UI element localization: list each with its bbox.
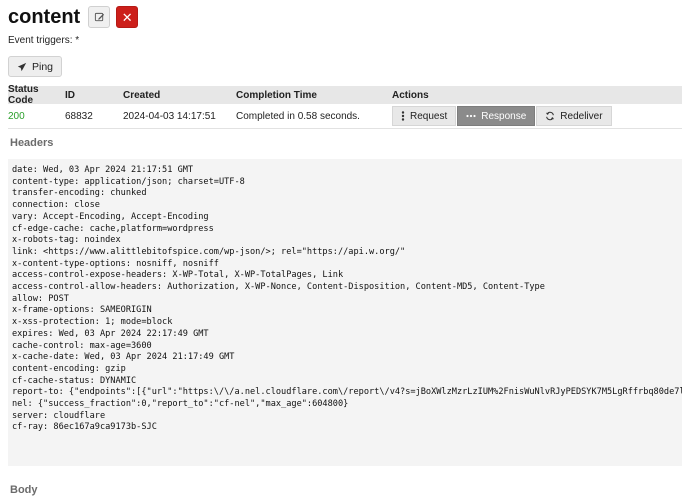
headers-heading: Headers [10, 137, 54, 149]
pencil-icon [94, 12, 104, 21]
edit-button[interactable] [88, 6, 111, 28]
column-header-actions: Actions [392, 89, 429, 101]
ping-label: Ping [32, 60, 54, 73]
header-line: server: cloudflare [12, 410, 106, 421]
paper-plane-icon [17, 62, 27, 71]
header-line: allow: POST [12, 293, 69, 304]
redeliver-button[interactable]: Redeliver [536, 106, 612, 126]
request-label: Request [410, 110, 448, 122]
response-button[interactable]: Response [457, 106, 536, 126]
page-title: content [8, 6, 81, 28]
status-code-cell: 200 [8, 110, 25, 122]
deliveries-table: Status Code ID Created Completion Time A… [8, 84, 682, 129]
dots-horizontal-icon [466, 114, 476, 118]
redeliver-label: Redeliver [560, 110, 603, 122]
header-line: link: <https://www.alittlebitofspice.com… [12, 246, 406, 257]
header-line: date: Wed, 03 Apr 2024 21:17:51 GMT [12, 165, 194, 175]
header-line: x-cache-date: Wed, 03 Apr 2024 21:17:49 … [12, 352, 235, 363]
column-header-status-code: Status Code [8, 84, 39, 106]
header-line: x-content-type-options: nosniff, nosniff [12, 258, 219, 269]
header-line: access-control-expose-headers: X-WP-Tota… [12, 270, 344, 281]
header-line: connection: close [12, 200, 100, 211]
header-line: x-frame-options: SAMEORIGIN [12, 305, 152, 316]
actions-cell: Request Response Redeliver [392, 106, 682, 126]
column-header-created: Created [123, 89, 161, 101]
ping-button[interactable]: Ping [8, 56, 63, 77]
header-line: x-xss-protection: 1; mode=block [12, 317, 173, 328]
header-line: cf-cache-status: DYNAMIC [12, 375, 137, 386]
header-line: report-to: {"endpoints":[{"url":"https:\… [12, 387, 682, 398]
column-header-id: ID [65, 89, 75, 101]
response-label: Response [481, 110, 527, 122]
request-button[interactable]: Request [392, 106, 457, 126]
body-heading: Body [10, 484, 38, 496]
header-line: vary: Accept-Encoding, Accept-Encoding [12, 211, 209, 222]
header-line: cf-ray: 86ec167a9ca9173b-SJC [12, 422, 157, 433]
close-icon: ✕ [121, 9, 133, 25]
created-cell: 2024-04-03 14:17:51 [123, 110, 216, 122]
header-line: content-encoding: gzip [12, 363, 126, 374]
header-line: x-robots-tag: noindex [12, 235, 121, 246]
webhook-delivery-page: content ✕ Event triggers: * Ping Status … [0, 0, 690, 500]
header-line: content-type: application/json; charset=… [12, 176, 245, 187]
header-line: nel: {"success_fraction":0,"report_to":"… [12, 399, 349, 410]
dots-vertical-icon [401, 111, 405, 121]
completion-time-cell: Completed in 0.58 seconds. [236, 110, 360, 122]
table-row: 200 68832 2024-04-03 14:17:51 Completed … [8, 104, 682, 129]
header-line: access-control-allow-headers: Authorizat… [12, 282, 545, 293]
header-line: expires: Wed, 03 Apr 2024 22:17:49 GMT [12, 328, 209, 339]
header-line: cf-edge-cache: cache,platform=wordpress [12, 223, 214, 234]
table-header: Status Code ID Created Completion Time A… [8, 84, 682, 106]
id-cell: 68832 [65, 110, 93, 122]
column-header-completion-time: Completion Time [236, 89, 317, 101]
response-headers-block: date: Wed, 03 Apr 2024 21:17:51 GMT cont… [8, 159, 682, 466]
header-line: cache-control: max-age=3600 [12, 340, 152, 351]
header-line: transfer-encoding: chunked [12, 188, 147, 199]
delete-button[interactable]: ✕ [116, 6, 139, 28]
title-row: content ✕ [8, 4, 139, 30]
event-triggers-text: Event triggers: * [8, 35, 80, 46]
refresh-icon [546, 111, 555, 121]
